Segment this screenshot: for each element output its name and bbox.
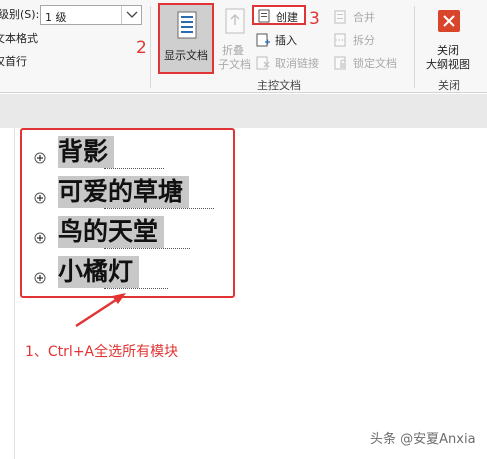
lock-icon xyxy=(334,55,348,74)
unlink-icon xyxy=(256,55,271,74)
show-document-icon xyxy=(177,11,197,45)
ribbon-outlining-tab: 级别(S): 1 级 文本格式 仅首行 2 显示文档 折叠 xyxy=(0,0,487,93)
level-value: 1 级 xyxy=(45,11,67,24)
expand-plus-icon[interactable] xyxy=(34,269,46,288)
outline-heading[interactable]: 鸟的天堂 xyxy=(58,216,165,248)
merge-button[interactable]: 合并 xyxy=(334,7,384,25)
insert-button[interactable]: 插入 xyxy=(256,30,306,48)
group-divider xyxy=(150,6,151,88)
unlink-button[interactable]: 取消链接 xyxy=(256,53,328,71)
create-icon xyxy=(257,8,271,27)
outline-heading[interactable]: 可爱的草塘 xyxy=(58,176,190,208)
collapse-subdocuments-button[interactable]: 折叠 子文档 xyxy=(218,6,252,72)
page-edge xyxy=(14,128,15,459)
annotation-step-1: 1、Ctrl+A全选所有模块 xyxy=(25,344,179,360)
close-icon xyxy=(438,10,460,32)
master-document-group-label: 主控文档 xyxy=(257,79,301,92)
split-button[interactable]: 拆分 xyxy=(334,30,384,48)
expand-plus-icon[interactable] xyxy=(34,149,46,168)
create-button[interactable]: 创建 xyxy=(252,5,306,25)
collapse-label-line2: 子文档 xyxy=(218,58,251,71)
level-label: 级别(S): xyxy=(0,8,40,21)
close-label-line2: 大纲视图 xyxy=(426,58,470,71)
unlink-label: 取消链接 xyxy=(275,57,319,70)
split-label: 拆分 xyxy=(353,34,375,47)
subdocument-marker xyxy=(104,247,190,249)
close-outline-view-button[interactable]: 关闭 大纲视图 xyxy=(418,6,478,72)
annotation-step-3: 3 xyxy=(309,9,320,29)
watermark: 头条 @安夏Anxia xyxy=(370,432,476,447)
expand-plus-icon[interactable] xyxy=(34,189,46,208)
create-label: 创建 xyxy=(276,11,298,24)
lock-document-label: 锁定文档 xyxy=(353,57,397,70)
arrow-icon xyxy=(75,293,126,328)
outline-heading[interactable]: 小橘灯 xyxy=(58,256,140,288)
insert-label: 插入 xyxy=(275,34,297,47)
insert-icon xyxy=(256,32,271,51)
collapse-subdocument-icon xyxy=(224,8,246,42)
level-dropdown[interactable]: 1 级 xyxy=(40,5,142,25)
show-text-format-option[interactable]: 文本格式 xyxy=(0,32,38,45)
subdocument-marker xyxy=(104,207,214,209)
merge-label: 合并 xyxy=(353,11,375,24)
split-icon xyxy=(334,32,348,51)
expand-plus-icon[interactable] xyxy=(34,229,46,248)
annotation-step-2: 2 xyxy=(136,38,147,58)
chevron-down-icon[interactable] xyxy=(121,6,141,24)
close-group-label: 关闭 xyxy=(438,79,460,92)
outline-heading[interactable]: 背影 xyxy=(58,136,115,168)
show-document-button[interactable]: 显示文档 xyxy=(158,3,214,74)
show-document-label: 显示文档 xyxy=(164,49,208,62)
subdocument-marker xyxy=(104,287,168,289)
workspace-band xyxy=(0,94,487,128)
lock-document-button[interactable]: 锁定文档 xyxy=(334,53,406,71)
group-divider xyxy=(414,6,415,88)
subdocument-marker xyxy=(104,167,164,169)
merge-icon xyxy=(334,9,348,28)
show-first-line-option[interactable]: 仅首行 xyxy=(0,55,27,68)
